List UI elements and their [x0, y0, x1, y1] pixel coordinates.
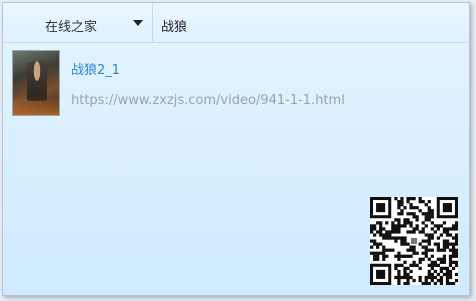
source-label: 在线之家	[45, 20, 98, 35]
result-item[interactable]: 战狼2_1 https://www.zxzjs.com/video/941-1-…	[12, 50, 462, 118]
poster-figure	[27, 61, 47, 101]
search-query: 战狼	[161, 20, 188, 35]
qr-code-icon	[370, 197, 458, 285]
chevron-down-icon[interactable]	[133, 20, 143, 26]
source-dropdown[interactable]: 在线之家	[3, 3, 153, 43]
poster-glow	[13, 97, 59, 115]
result-title-link[interactable]: 战狼2_1	[71, 59, 120, 78]
search-panel: 在线之家 战狼 战狼2_1 https://www.zxzjs.com/vide…	[2, 2, 470, 296]
movie-poster-thumbnail[interactable]	[12, 50, 60, 116]
toolbar: 在线之家 战狼	[3, 3, 469, 43]
result-url[interactable]: https://www.zxzjs.com/video/941-1-1.html	[71, 93, 345, 108]
